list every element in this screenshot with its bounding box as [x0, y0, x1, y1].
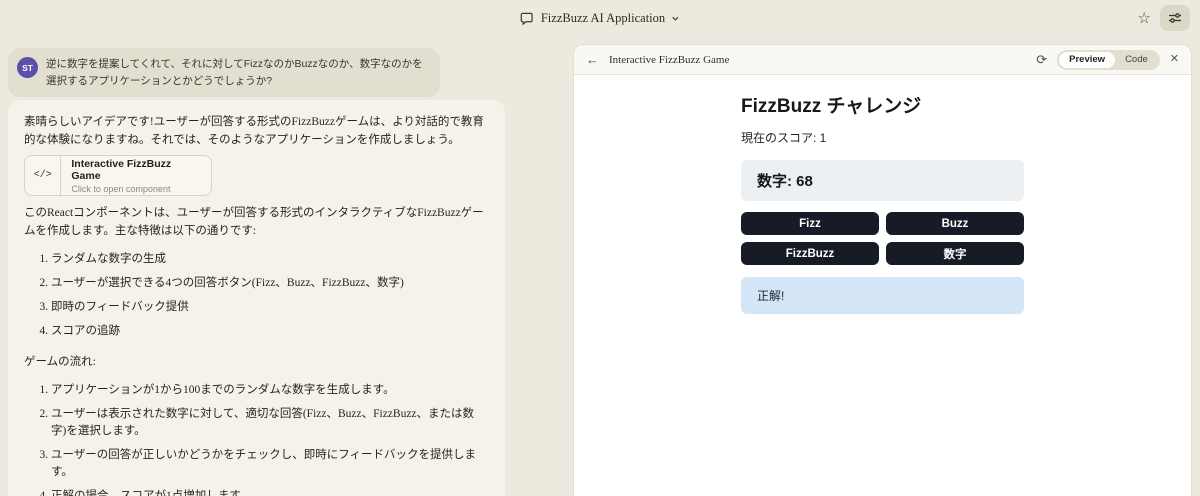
- star-button[interactable]: ☆: [1136, 9, 1153, 28]
- artifact-icon-box: </>: [25, 156, 62, 195]
- feature-item: ランダムな数字の生成: [51, 251, 489, 268]
- sliders-icon: [1169, 13, 1181, 23]
- back-arrow-button[interactable]: ←: [586, 53, 599, 66]
- answer-button-grid: Fizz Buzz FizzBuzz 数字: [741, 212, 1024, 265]
- artifact-card-texts: Interactive FizzBuzz Game Click to open …: [61, 156, 211, 195]
- flow-heading: ゲームの流れ:: [24, 356, 96, 368]
- assistant-intro: 素晴らしいアイデアです!ユーザーが回答する形式のFizzBuzzゲームは、より対…: [24, 116, 484, 146]
- feature-item: ユーザーが選択できる4つの回答ボタン(Fizz、Buzz、FizzBuzz、数字…: [51, 275, 489, 292]
- flow-item: ユーザーの回答が正しいかどうかをチェックし、即時にフィードバックを提供します。: [51, 447, 489, 481]
- flow-list: アプリケーションが1から100までのランダムな数字を生成します。 ユーザーは表示…: [24, 382, 489, 496]
- artifact-preview-content: FizzBuzz チャレンジ 現在のスコア: 1 数字: 68 Fizz Buz…: [574, 75, 1191, 496]
- close-icon-button[interactable]: ✕: [1170, 54, 1179, 65]
- feedback-box: 正解!: [741, 277, 1024, 314]
- user-avatar: ST: [17, 57, 38, 78]
- buzz-button[interactable]: Buzz: [886, 212, 1024, 235]
- settings-button[interactable]: [1160, 5, 1190, 31]
- chevron-down-icon: [672, 16, 679, 21]
- user-message: ST 逆に数字を提案してくれて、それに対してFizzなのかBuzzなのか、数字な…: [8, 48, 440, 97]
- score-text: 現在のスコア: 1: [741, 131, 827, 145]
- fizz-button[interactable]: Fizz: [741, 212, 879, 235]
- artifact-panel-title: Interactive FizzBuzz Game: [609, 53, 730, 66]
- preview-code-toggle: Preview Code: [1057, 49, 1160, 70]
- artifact-card-subtitle: Click to open component: [71, 183, 171, 194]
- fizzbuzz-game: FizzBuzz チャレンジ 現在のスコア: 1 数字: 68 Fizz Buz…: [741, 75, 1024, 314]
- assistant-message: 素晴らしいアイデアです!ユーザーが回答する形式のFizzBuzzゲームは、より対…: [8, 100, 505, 496]
- artifact-card[interactable]: </> Interactive FizzBuzz Game Click to o…: [24, 155, 212, 196]
- game-title: FizzBuzz チャレンジ: [741, 96, 922, 117]
- user-message-text: 逆に数字を提案してくれて、それに対してFizzなのかBuzzなのか、数字なのかを…: [46, 58, 423, 87]
- refresh-icon-button[interactable]: ⟳: [1036, 53, 1047, 66]
- artifact-panel: ← Interactive FizzBuzz Game ⟳ Preview Co…: [573, 44, 1192, 496]
- feature-list: ランダムな数字の生成 ユーザーが選択できる4つの回答ボタン(Fizz、Buzz、…: [24, 251, 489, 340]
- top-bar: FizzBuzz AI Application ☆: [0, 0, 1200, 36]
- top-bar-actions: ☆: [1136, 4, 1190, 32]
- conversation-title-dropdown[interactable]: FizzBuzz AI Application: [520, 0, 680, 36]
- tab-preview[interactable]: Preview: [1059, 51, 1116, 68]
- tab-code[interactable]: Code: [1115, 52, 1158, 68]
- artifact-panel-header: ← Interactive FizzBuzz Game ⟳ Preview Co…: [574, 45, 1191, 75]
- code-icon: </>: [33, 170, 52, 181]
- flow-item: ユーザーは表示された数字に対して、適切な回答(Fizz、Buzz、FizzBuz…: [51, 406, 489, 440]
- flow-item: 正解の場合、スコアが1点増加します。: [51, 488, 489, 496]
- conversation-title: FizzBuzz AI Application: [540, 10, 666, 25]
- feature-item: 即時のフィードバック提供: [51, 299, 489, 316]
- fizzbuzz-button[interactable]: FizzBuzz: [741, 242, 879, 265]
- current-number-box: 数字: 68: [741, 160, 1024, 201]
- assistant-description: このReactコンポーネントは、ユーザーが回答する形式のインタラクティブなFiz…: [24, 207, 484, 237]
- feature-item: スコアの追跡: [51, 323, 489, 340]
- flow-item: アプリケーションが1から100までのランダムな数字を生成します。: [51, 382, 489, 399]
- number-button[interactable]: 数字: [886, 242, 1024, 265]
- chat-bubble-icon: [520, 12, 533, 25]
- artifact-card-title: Interactive FizzBuzz Game: [71, 157, 172, 182]
